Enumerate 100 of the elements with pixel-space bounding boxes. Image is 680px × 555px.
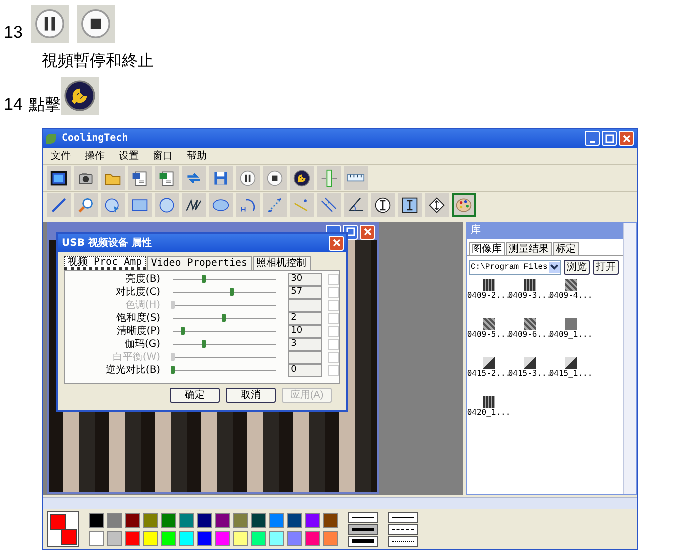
image-thumbnail[interactable] (483, 357, 495, 369)
tool-button[interactable] (371, 193, 395, 217)
checkbox[interactable] (328, 339, 339, 350)
tab[interactable]: Video Properties (147, 256, 252, 270)
dialog-button[interactable]: 确定 (170, 388, 220, 403)
menu-item[interactable]: 设置 (119, 149, 139, 163)
close-button[interactable] (329, 236, 344, 250)
color-swatch[interactable] (269, 530, 284, 546)
line-width-option[interactable] (348, 536, 378, 546)
dialog-button[interactable]: 取消 (226, 388, 276, 403)
color-swatch[interactable] (233, 530, 248, 546)
color-swatch[interactable] (161, 512, 176, 528)
library-button[interactable]: 浏览 (564, 260, 590, 275)
horizontal-scrollbar[interactable] (43, 497, 637, 509)
tab[interactable]: 图像库 (469, 242, 505, 255)
checkbox[interactable] (328, 287, 339, 298)
checkbox[interactable] (328, 313, 339, 324)
toolbar-button[interactable] (236, 166, 260, 190)
tab[interactable]: 照相机控制 (252, 256, 311, 270)
slider-thumb[interactable] (202, 275, 206, 283)
color-swatch[interactable] (233, 512, 248, 528)
image-thumbnail[interactable] (524, 318, 536, 330)
color-swatch[interactable] (287, 530, 302, 546)
vertical-scrollbar[interactable] (623, 223, 636, 494)
line-width-option[interactable] (348, 512, 378, 522)
foreground-color[interactable] (50, 514, 66, 530)
value-field[interactable]: 57 (288, 286, 322, 299)
image-thumbnail[interactable] (565, 357, 577, 369)
slider-thumb[interactable] (170, 366, 175, 374)
checkbox[interactable] (328, 326, 339, 337)
color-swatch[interactable] (89, 512, 104, 528)
color-swatch[interactable] (89, 530, 104, 546)
close-button[interactable] (619, 131, 634, 146)
value-field[interactable]: 2 (288, 312, 322, 325)
color-swatch[interactable] (179, 530, 194, 546)
toolbar-button[interactable] (155, 166, 179, 190)
menu-item[interactable]: 操作 (85, 149, 105, 163)
library-button[interactable]: 打开 (593, 260, 619, 275)
line-style-option[interactable] (388, 536, 418, 546)
value-field[interactable]: 10 (288, 325, 322, 338)
close-button[interactable] (360, 224, 375, 240)
value-field[interactable]: 30 (288, 273, 322, 286)
toolbar-button[interactable] (128, 166, 152, 190)
color-swatch[interactable] (161, 530, 176, 546)
checkbox[interactable] (328, 365, 339, 376)
path-dropdown[interactable]: C:\Program Files (469, 260, 561, 275)
image-thumbnail[interactable] (565, 318, 577, 330)
color-swatch[interactable] (215, 512, 230, 528)
tab[interactable]: 测量结果 (506, 242, 552, 255)
color-swatch[interactable] (143, 530, 158, 546)
menu-item[interactable]: 文件 (51, 149, 71, 163)
color-swatch[interactable] (251, 530, 266, 546)
image-thumbnail[interactable] (483, 279, 495, 291)
color-swatch[interactable] (215, 530, 230, 546)
minimize-button[interactable] (585, 131, 600, 146)
value-field[interactable] (288, 351, 322, 364)
color-swatch[interactable] (143, 512, 158, 528)
toolbar-button[interactable] (74, 166, 98, 190)
checkbox[interactable] (328, 274, 339, 285)
line-width-option[interactable] (348, 524, 378, 534)
toolbar-button[interactable] (290, 166, 314, 190)
tool-button[interactable] (398, 193, 422, 217)
color-swatch[interactable] (269, 512, 284, 528)
value-field[interactable]: 0 (288, 364, 322, 377)
tool-button[interactable] (425, 193, 449, 217)
maximize-button[interactable] (602, 131, 617, 146)
color-swatch[interactable] (125, 530, 140, 546)
color-swatch[interactable] (197, 512, 212, 528)
image-thumbnail[interactable] (524, 279, 536, 291)
slider-thumb[interactable] (230, 288, 234, 296)
image-thumbnail[interactable] (483, 396, 495, 408)
slider-thumb[interactable] (180, 327, 185, 335)
background-color[interactable] (61, 529, 77, 545)
slider-thumb[interactable] (202, 340, 206, 348)
color-swatch[interactable] (107, 512, 122, 528)
image-thumbnail[interactable] (483, 318, 495, 330)
color-swatch[interactable] (287, 512, 302, 528)
tool-button[interactable] (182, 193, 206, 217)
color-swatch[interactable] (323, 530, 338, 546)
color-swatch[interactable] (107, 530, 122, 546)
toolbar-button[interactable] (263, 166, 287, 190)
slider-thumb[interactable] (222, 314, 226, 322)
menu-item[interactable]: 窗口 (153, 149, 173, 163)
image-thumbnail[interactable] (565, 279, 577, 291)
toolbar-button[interactable] (47, 166, 71, 190)
tab[interactable]: 标定 (553, 242, 579, 255)
color-swatch[interactable] (197, 530, 212, 546)
tool-button[interactable] (344, 193, 368, 217)
image-thumbnail[interactable] (524, 357, 536, 369)
color-swatch[interactable] (125, 512, 140, 528)
value-field[interactable] (288, 299, 322, 312)
color-swatch[interactable] (323, 512, 338, 528)
tab[interactable]: 视频 Proc Amp (64, 256, 146, 270)
color-swatch[interactable] (179, 512, 194, 528)
value-field[interactable]: 3 (288, 338, 322, 351)
color-swatch[interactable] (251, 512, 266, 528)
line-style-option[interactable] (388, 524, 418, 534)
menu-item[interactable]: 帮助 (187, 149, 207, 163)
color-swatch[interactable] (305, 512, 320, 528)
line-style-option[interactable] (388, 512, 418, 522)
